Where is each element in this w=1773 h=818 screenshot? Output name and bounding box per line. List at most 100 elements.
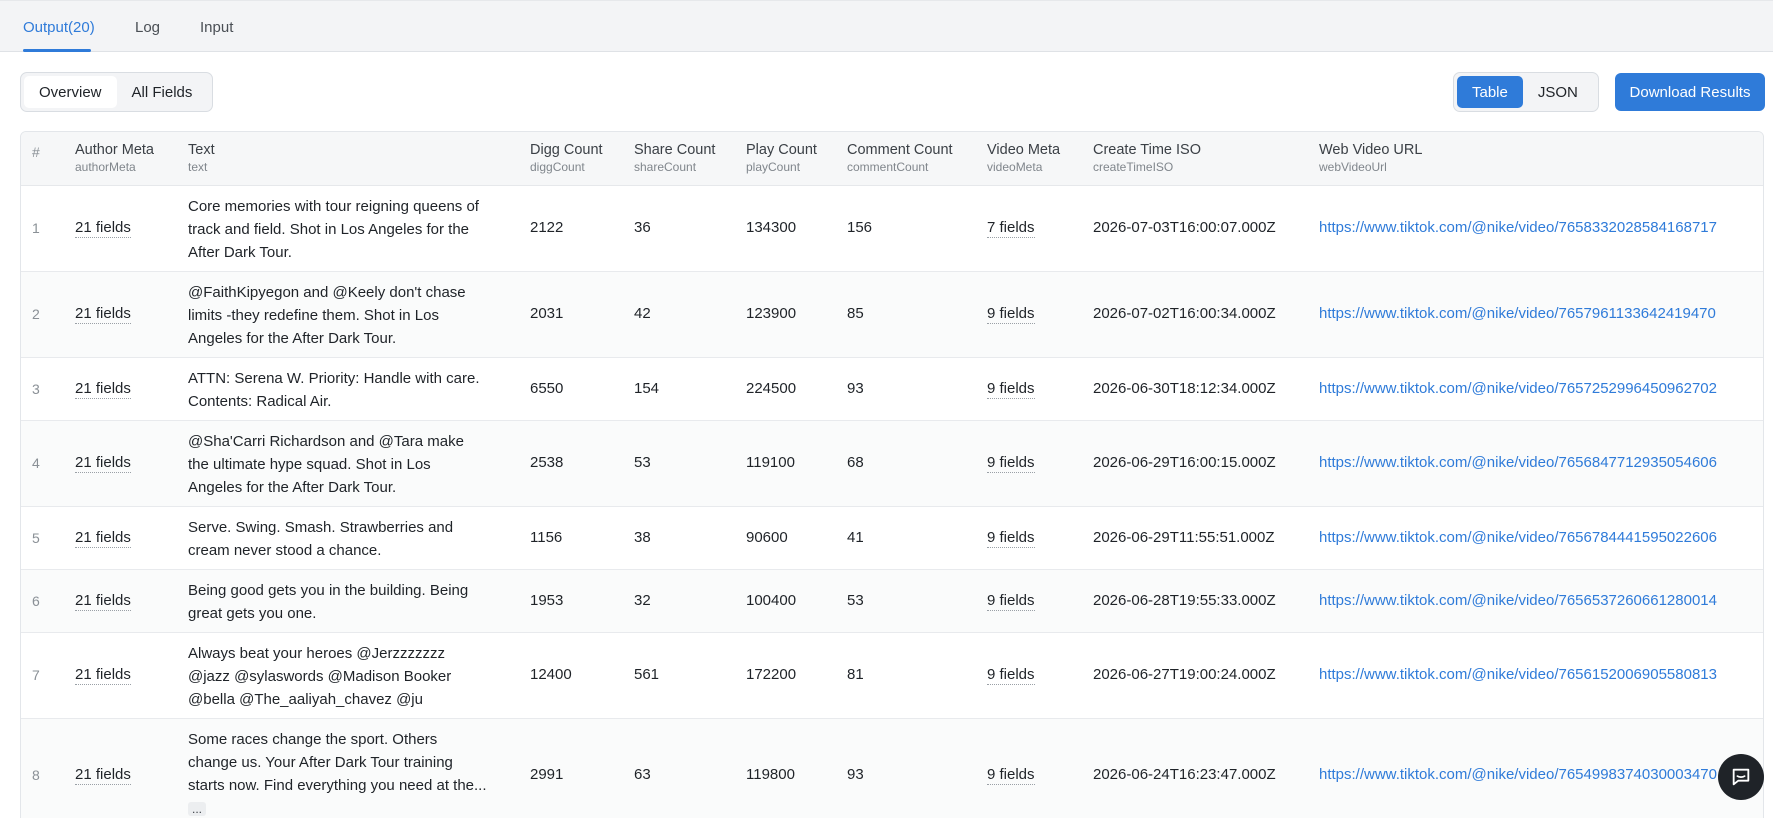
column-header-digg-count[interactable]: Digg Count diggCount bbox=[530, 142, 603, 174]
share-count-cell: 38 bbox=[634, 529, 651, 546]
download-results-button[interactable]: Download Results bbox=[1615, 73, 1765, 111]
comment-count-cell: 93 bbox=[847, 380, 864, 397]
table-row: 5 21 fields Serve. Swing. Smash. Strawbe… bbox=[21, 507, 1763, 570]
results-table: # Author Meta authorMeta Text text Digg … bbox=[20, 131, 1764, 818]
digg-count-cell: 2031 bbox=[530, 305, 564, 322]
comment-count-cell: 85 bbox=[847, 305, 864, 322]
digg-count-cell: 2122 bbox=[530, 219, 564, 236]
column-header-text[interactable]: Text text bbox=[188, 142, 215, 174]
column-header-author-meta[interactable]: Author Meta authorMeta bbox=[75, 142, 154, 174]
web-video-url-link[interactable]: https://www.tiktok.com/@nike/video/76572… bbox=[1319, 380, 1717, 397]
author-meta-fields[interactable]: 21 fields bbox=[75, 529, 131, 548]
output-tabs-bar: Output(20) Log Input bbox=[0, 0, 1773, 52]
digg-count-cell: 12400 bbox=[530, 666, 572, 683]
row-index: 6 bbox=[32, 593, 40, 609]
video-meta-fields[interactable]: 9 fields bbox=[987, 305, 1035, 324]
row-index: 4 bbox=[32, 455, 40, 471]
comment-count-cell: 93 bbox=[847, 766, 864, 783]
comment-count-cell: 156 bbox=[847, 219, 873, 236]
create-time-cell: 2026-06-30T18:12:34.000Z bbox=[1093, 380, 1276, 397]
chat-bubble-icon bbox=[1732, 768, 1750, 786]
comment-count-cell: 68 bbox=[847, 454, 864, 471]
table-row: 4 21 fields @Sha'Carri Richardson and @T… bbox=[21, 421, 1763, 507]
play-count-cell: 100400 bbox=[746, 592, 797, 609]
play-count-cell: 123900 bbox=[746, 305, 797, 322]
column-header-create-time[interactable]: Create Time ISO createTimeISO bbox=[1093, 142, 1201, 174]
table-row: 8 21 fields Some races change the sport.… bbox=[21, 719, 1763, 818]
create-time-cell: 2026-06-29T16:00:15.000Z bbox=[1093, 454, 1276, 471]
author-meta-fields[interactable]: 21 fields bbox=[75, 305, 131, 324]
digg-count-cell: 2991 bbox=[530, 766, 564, 783]
row-index: 1 bbox=[32, 220, 40, 236]
web-video-url-link[interactable]: https://www.tiktok.com/@nike/video/76561… bbox=[1319, 666, 1717, 683]
video-meta-fields[interactable]: 9 fields bbox=[987, 766, 1035, 785]
row-index: 5 bbox=[32, 530, 40, 546]
tab-output[interactable]: Output(20) bbox=[23, 19, 95, 36]
play-count-cell: 134300 bbox=[746, 219, 797, 236]
share-count-cell: 561 bbox=[634, 666, 660, 683]
text-cell: @Sha'Carri Richardson and @Tara make the… bbox=[188, 433, 464, 496]
text-cell: Being good gets you in the building. Bei… bbox=[188, 582, 469, 622]
video-meta-fields[interactable]: 9 fields bbox=[987, 666, 1035, 685]
table-row: 7 21 fields Always beat your heroes @Jer… bbox=[21, 633, 1763, 719]
overview-button[interactable]: Overview bbox=[24, 76, 117, 108]
column-header-video-meta[interactable]: Video Meta videoMeta bbox=[987, 142, 1060, 174]
video-meta-fields[interactable]: 9 fields bbox=[987, 380, 1035, 399]
video-meta-fields[interactable]: 9 fields bbox=[987, 592, 1035, 611]
web-video-url-link[interactable]: https://www.tiktok.com/@nike/video/76583… bbox=[1319, 219, 1717, 236]
tab-input[interactable]: Input bbox=[200, 19, 233, 36]
table-header: # Author Meta authorMeta Text text Digg … bbox=[21, 132, 1763, 186]
chat-button[interactable] bbox=[1718, 754, 1764, 800]
table-row: 3 21 fields ATTN: Serena W. Priority: Ha… bbox=[21, 358, 1763, 421]
comment-count-cell: 53 bbox=[847, 592, 864, 609]
video-meta-fields[interactable]: 9 fields bbox=[987, 454, 1035, 473]
web-video-url-link[interactable]: https://www.tiktok.com/@nike/video/76549… bbox=[1319, 766, 1717, 783]
text-cell: ATTN: Serena W. Priority: Handle with ca… bbox=[188, 370, 480, 410]
column-header-share-count[interactable]: Share Count shareCount bbox=[634, 142, 715, 174]
share-count-cell: 154 bbox=[634, 380, 660, 397]
share-count-cell: 36 bbox=[634, 219, 651, 236]
author-meta-fields[interactable]: 21 fields bbox=[75, 219, 131, 238]
author-meta-fields[interactable]: 21 fields bbox=[75, 380, 131, 399]
column-header-comment-count[interactable]: Comment Count commentCount bbox=[847, 142, 953, 174]
all-fields-button[interactable]: All Fields bbox=[117, 76, 208, 108]
column-header-play-count[interactable]: Play Count playCount bbox=[746, 142, 817, 174]
video-meta-fields[interactable]: 9 fields bbox=[987, 529, 1035, 548]
tab-log[interactable]: Log bbox=[135, 19, 160, 36]
active-tab-indicator bbox=[23, 49, 91, 52]
play-count-cell: 224500 bbox=[746, 380, 797, 397]
row-index: 7 bbox=[32, 667, 40, 683]
web-video-url-link[interactable]: https://www.tiktok.com/@nike/video/76568… bbox=[1319, 454, 1717, 471]
row-index: 8 bbox=[32, 767, 40, 783]
create-time-cell: 2026-06-29T11:55:51.000Z bbox=[1093, 529, 1275, 546]
web-video-url-link[interactable]: https://www.tiktok.com/@nike/video/76567… bbox=[1319, 529, 1717, 546]
expand-text-button[interactable]: ... bbox=[188, 802, 207, 816]
text-cell-content: Some races change the sport. Others chan… bbox=[188, 731, 487, 794]
author-meta-fields[interactable]: 21 fields bbox=[75, 592, 131, 611]
digg-count-cell: 1156 bbox=[530, 529, 563, 546]
create-time-cell: 2026-07-03T16:00:07.000Z bbox=[1093, 219, 1276, 236]
play-count-cell: 172200 bbox=[746, 666, 797, 683]
column-header-web-video-url[interactable]: Web Video URL webVideoUrl bbox=[1319, 142, 1422, 174]
json-view-button[interactable]: JSON bbox=[1523, 76, 1593, 108]
create-time-cell: 2026-07-02T16:00:34.000Z bbox=[1093, 305, 1276, 322]
digg-count-cell: 6550 bbox=[530, 380, 564, 397]
author-meta-fields[interactable]: 21 fields bbox=[75, 766, 131, 785]
play-count-cell: 119100 bbox=[746, 454, 795, 471]
digg-count-cell: 1953 bbox=[530, 592, 564, 609]
author-meta-fields[interactable]: 21 fields bbox=[75, 454, 131, 473]
web-video-url-link[interactable]: https://www.tiktok.com/@nike/video/76579… bbox=[1319, 305, 1716, 322]
table-view-button[interactable]: Table bbox=[1457, 76, 1523, 108]
format-toggle: Table JSON bbox=[1453, 72, 1599, 112]
share-count-cell: 53 bbox=[634, 454, 651, 471]
digg-count-cell: 2538 bbox=[530, 454, 564, 471]
text-cell: Some races change the sport. Others chan… bbox=[188, 728, 488, 818]
text-cell: Serve. Swing. Smash. Strawberries and cr… bbox=[188, 519, 454, 559]
create-time-cell: 2026-06-27T19:00:24.000Z bbox=[1093, 666, 1276, 683]
table-row: 6 21 fields Being good gets you in the b… bbox=[21, 570, 1763, 633]
text-cell: Core memories with tour reigning queens … bbox=[188, 198, 479, 261]
video-meta-fields[interactable]: 7 fields bbox=[987, 219, 1035, 238]
author-meta-fields[interactable]: 21 fields bbox=[75, 666, 131, 685]
row-index: 2 bbox=[32, 306, 40, 322]
web-video-url-link[interactable]: https://www.tiktok.com/@nike/video/76565… bbox=[1319, 592, 1717, 609]
